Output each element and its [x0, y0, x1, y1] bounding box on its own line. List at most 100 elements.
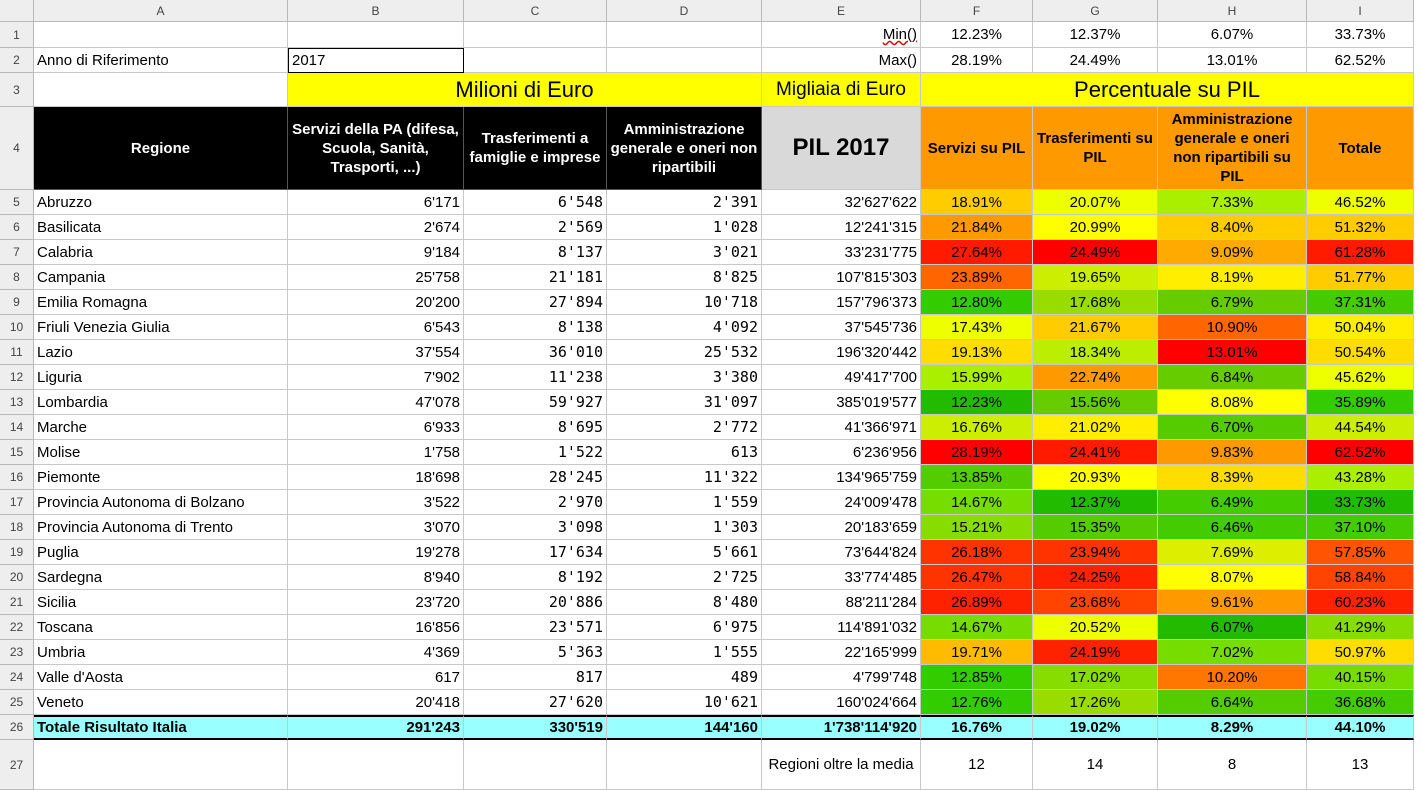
region-name-provincia-autonoma-di-trento[interactable]: Provincia Autonoma di Trento — [34, 515, 288, 540]
amministrazione-pct-emilia-romagna[interactable]: 6.79% — [1158, 290, 1307, 315]
max-value-h[interactable]: 13.01% — [1158, 48, 1307, 73]
pil-value-molise[interactable]: 6'236'956 — [762, 440, 921, 465]
region-name-abruzzo[interactable]: Abruzzo — [34, 190, 288, 215]
amministrazione-pct-sicilia[interactable]: 9.61% — [1158, 590, 1307, 615]
region-name-lazio[interactable]: Lazio — [34, 340, 288, 365]
trasferimenti-value-toscana[interactable]: 23'571 — [464, 615, 607, 640]
amministrazione-pct-veneto[interactable]: 6.64% — [1158, 690, 1307, 715]
column-header-d[interactable]: D — [607, 0, 762, 22]
servizi-pct-molise[interactable]: 28.19% — [921, 440, 1033, 465]
amministrazione-value-abruzzo[interactable]: 2'391 — [607, 190, 762, 215]
min-value-g[interactable]: 12.37% — [1033, 22, 1158, 48]
amministrazione-pct-piemonte[interactable]: 8.39% — [1158, 465, 1307, 490]
trasferimenti-value-lombardia[interactable]: 59'927 — [464, 390, 607, 415]
row-header-4[interactable]: 4 — [0, 107, 34, 190]
amministrazione-pct-valle-d-aosta[interactable]: 10.20% — [1158, 665, 1307, 690]
header-trasferimenti[interactable]: Trasferimenti a famiglie e imprese — [464, 107, 607, 190]
amministrazione-value-piemonte[interactable]: 11'322 — [607, 465, 762, 490]
row-header-5[interactable]: 5 — [0, 190, 34, 215]
trasferimenti-pct-umbria[interactable]: 24.19% — [1033, 640, 1158, 665]
servizi-value-lombardia[interactable]: 47'078 — [288, 390, 464, 415]
servizi-pct-marche[interactable]: 16.76% — [921, 415, 1033, 440]
column-header-g[interactable]: G — [1033, 0, 1158, 22]
row-header-26[interactable]: 26 — [0, 715, 34, 740]
amministrazione-value-puglia[interactable]: 5'661 — [607, 540, 762, 565]
servizi-value-provincia-autonoma-di-trento[interactable]: 3'070 — [288, 515, 464, 540]
servizi-value-molise[interactable]: 1'758 — [288, 440, 464, 465]
cell-a1[interactable] — [34, 22, 288, 48]
amministrazione-pct-toscana[interactable]: 6.07% — [1158, 615, 1307, 640]
row-header-20[interactable]: 20 — [0, 565, 34, 590]
trasferimenti-value-campania[interactable]: 21'181 — [464, 265, 607, 290]
servizi-pct-calabria[interactable]: 27.64% — [921, 240, 1033, 265]
row-header-7[interactable]: 7 — [0, 240, 34, 265]
trasferimenti-pct-lombardia[interactable]: 15.56% — [1033, 390, 1158, 415]
pil-value-provincia-autonoma-di-trento[interactable]: 20'183'659 — [762, 515, 921, 540]
amministrazione-pct-abruzzo[interactable]: 7.33% — [1158, 190, 1307, 215]
row-header-1[interactable]: 1 — [0, 22, 34, 48]
trasferimenti-value-sardegna[interactable]: 8'192 — [464, 565, 607, 590]
trasferimenti-pct-piemonte[interactable]: 20.93% — [1033, 465, 1158, 490]
trasferimenti-value-veneto[interactable]: 27'620 — [464, 690, 607, 715]
row-header-22[interactable]: 22 — [0, 615, 34, 640]
servizi-value-toscana[interactable]: 16'856 — [288, 615, 464, 640]
region-name-provincia-autonoma-di-bolzano[interactable]: Provincia Autonoma di Bolzano — [34, 490, 288, 515]
amministrazione-value-provincia-autonoma-di-trento[interactable]: 1'303 — [607, 515, 762, 540]
header-servizi-pa[interactable]: Servizi della PA (difesa, Scuola, Sanità… — [288, 107, 464, 190]
row-header-18[interactable]: 18 — [0, 515, 34, 540]
cell-d2[interactable] — [607, 48, 762, 73]
total-trasferimenti-pct[interactable]: 19.02% — [1033, 715, 1158, 740]
total-amministrazione-pct[interactable]: 8.29% — [1158, 715, 1307, 740]
pil-value-marche[interactable]: 41'366'971 — [762, 415, 921, 440]
pil-value-friuli-venezia-giulia[interactable]: 37'545'736 — [762, 315, 921, 340]
pil-value-emilia-romagna[interactable]: 157'796'373 — [762, 290, 921, 315]
trasferimenti-value-puglia[interactable]: 17'634 — [464, 540, 607, 565]
column-header-e[interactable]: E — [762, 0, 921, 22]
pil-value-provincia-autonoma-di-bolzano[interactable]: 24'009'478 — [762, 490, 921, 515]
cell-d27[interactable] — [607, 740, 762, 790]
total-servizi[interactable]: 291'243 — [288, 715, 464, 740]
servizi-pct-veneto[interactable]: 12.76% — [921, 690, 1033, 715]
pil-value-umbria[interactable]: 22'165'999 — [762, 640, 921, 665]
region-name-piemonte[interactable]: Piemonte — [34, 465, 288, 490]
region-name-campania[interactable]: Campania — [34, 265, 288, 290]
trasferimenti-value-emilia-romagna[interactable]: 27'894 — [464, 290, 607, 315]
trasferimenti-value-abruzzo[interactable]: 6'548 — [464, 190, 607, 215]
group-percentuale-su-pil[interactable]: Percentuale su PIL — [921, 73, 1414, 107]
amministrazione-pct-liguria[interactable]: 6.84% — [1158, 365, 1307, 390]
servizi-pct-puglia[interactable]: 26.18% — [921, 540, 1033, 565]
amministrazione-value-veneto[interactable]: 10'621 — [607, 690, 762, 715]
trasferimenti-value-valle-d-aosta[interactable]: 817 — [464, 665, 607, 690]
max-value-g[interactable]: 24.49% — [1033, 48, 1158, 73]
amministrazione-pct-provincia-autonoma-di-trento[interactable]: 6.46% — [1158, 515, 1307, 540]
amministrazione-value-molise[interactable]: 613 — [607, 440, 762, 465]
row-header-11[interactable]: 11 — [0, 340, 34, 365]
total-totale-pct[interactable]: 44.10% — [1307, 715, 1414, 740]
trasferimenti-pct-calabria[interactable]: 24.49% — [1033, 240, 1158, 265]
trasferimenti-value-calabria[interactable]: 8'137 — [464, 240, 607, 265]
pil-value-valle-d-aosta[interactable]: 4'799'748 — [762, 665, 921, 690]
pil-value-campania[interactable]: 107'815'303 — [762, 265, 921, 290]
trasferimenti-pct-campania[interactable]: 19.65% — [1033, 265, 1158, 290]
row-header-19[interactable]: 19 — [0, 540, 34, 565]
row-header-13[interactable]: 13 — [0, 390, 34, 415]
servizi-value-emilia-romagna[interactable]: 20'200 — [288, 290, 464, 315]
region-name-molise[interactable]: Molise — [34, 440, 288, 465]
header-amministrazione-su-pil[interactable]: Amministrazione generale e oneri non rip… — [1158, 107, 1307, 190]
pil-value-lazio[interactable]: 196'320'442 — [762, 340, 921, 365]
amministrazione-value-lazio[interactable]: 25'532 — [607, 340, 762, 365]
region-name-sardegna[interactable]: Sardegna — [34, 565, 288, 590]
trasferimenti-pct-sicilia[interactable]: 23.68% — [1033, 590, 1158, 615]
row-header-2[interactable]: 2 — [0, 48, 34, 73]
trasferimenti-pct-toscana[interactable]: 20.52% — [1033, 615, 1158, 640]
cell-c2[interactable] — [464, 48, 607, 73]
region-name-marche[interactable]: Marche — [34, 415, 288, 440]
totale-pct-provincia-autonoma-di-trento[interactable]: 37.10% — [1307, 515, 1414, 540]
trasferimenti-pct-emilia-romagna[interactable]: 17.68% — [1033, 290, 1158, 315]
totale-pct-calabria[interactable]: 61.28% — [1307, 240, 1414, 265]
total-servizi-pct[interactable]: 16.76% — [921, 715, 1033, 740]
row-header-17[interactable]: 17 — [0, 490, 34, 515]
amministrazione-pct-provincia-autonoma-di-bolzano[interactable]: 6.49% — [1158, 490, 1307, 515]
column-header-f[interactable]: F — [921, 0, 1033, 22]
amministrazione-pct-campania[interactable]: 8.19% — [1158, 265, 1307, 290]
